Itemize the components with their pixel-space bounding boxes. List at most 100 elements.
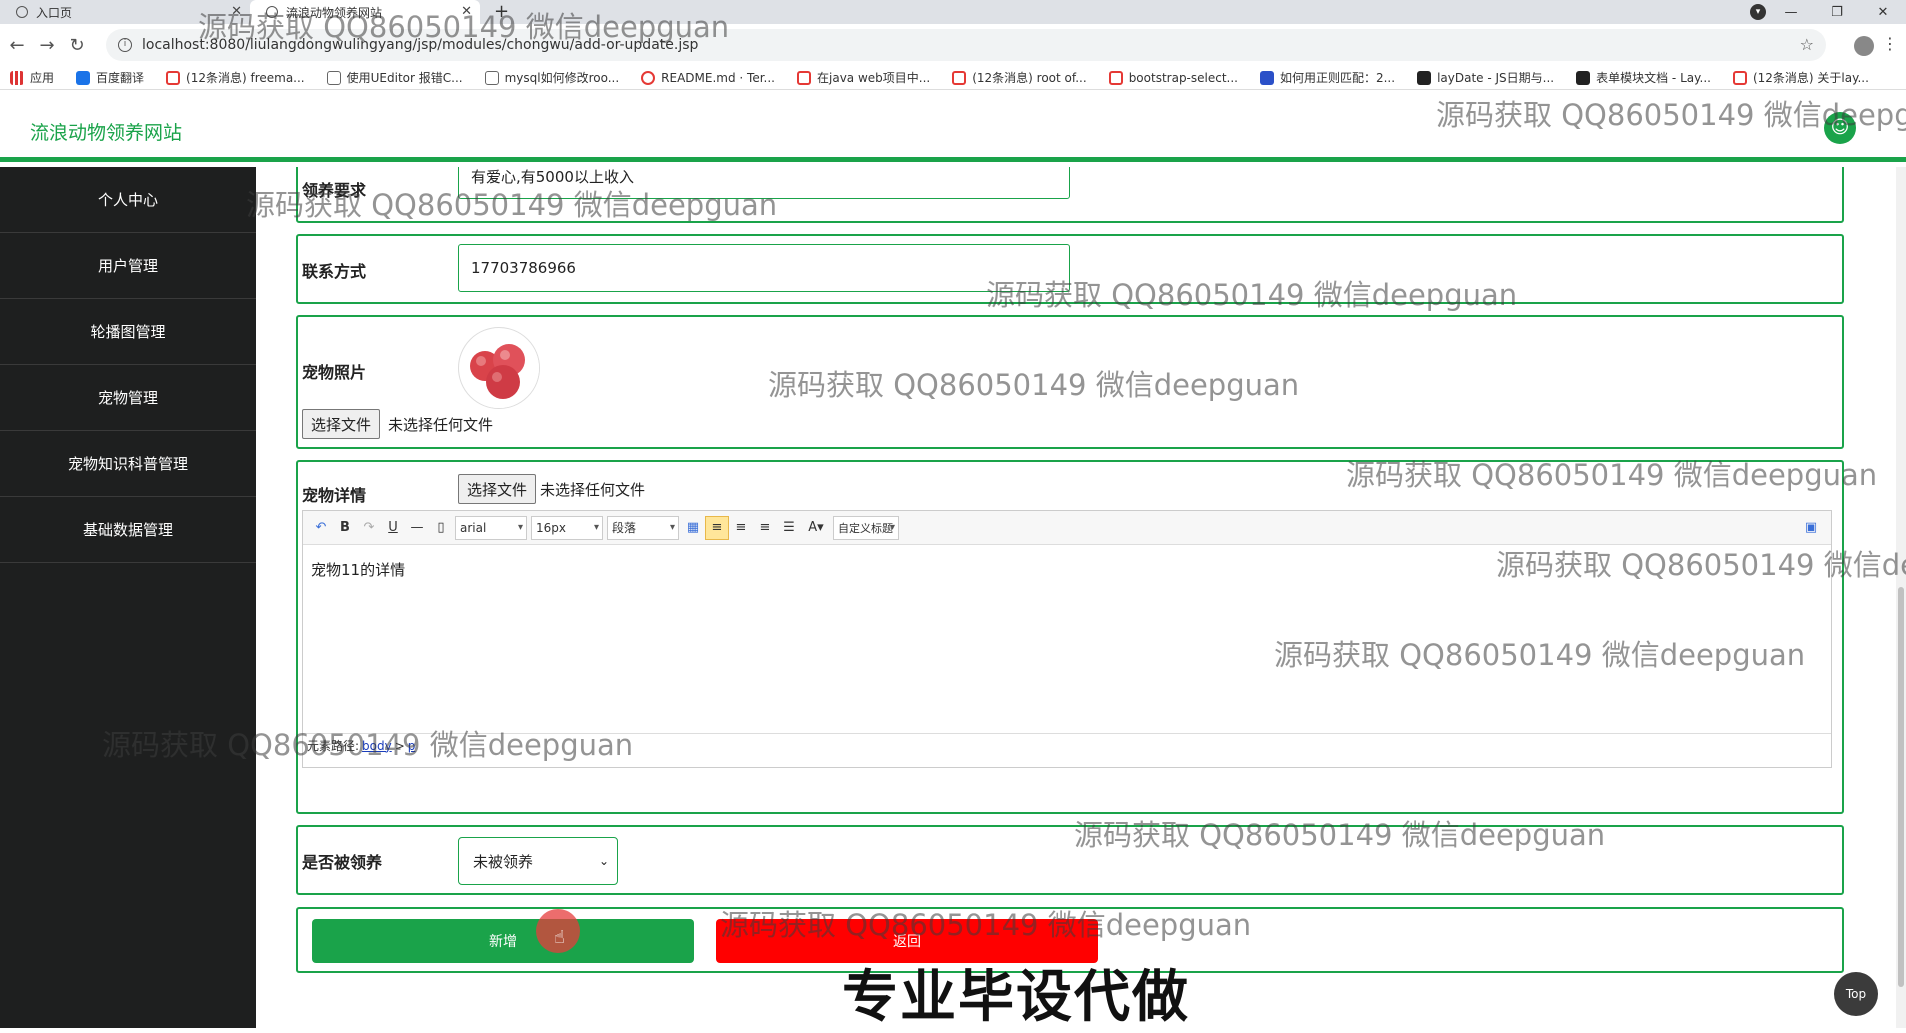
align-center-icon[interactable]: ≡ — [753, 516, 777, 540]
bookmark-label: 在java web项目中... — [817, 71, 931, 85]
browser-tabstrip: 入口页 ✕ 流浪动物领养网站 ✕ + ▾ — ❐ ✕ — [0, 0, 1906, 24]
font-color-icon[interactable]: A▾ — [801, 516, 831, 540]
bookmark-item[interactable]: (12条消息) freema... — [166, 69, 305, 86]
bookmark-star-icon[interactable]: ☆ — [1800, 35, 1814, 54]
minimize-icon[interactable]: — — [1768, 5, 1814, 20]
layui-icon — [1576, 70, 1591, 85]
table-icon[interactable]: ▦ — [681, 516, 705, 540]
horizontal-rule-icon[interactable]: — — [405, 516, 429, 540]
sidebar-item-pets[interactable]: 宠物管理 — [0, 365, 256, 431]
page-scrollbar[interactable] — [1896, 167, 1906, 1028]
browser-toolbar: ← → ↻ i localhost:8080/liulangdongwuling… — [0, 24, 1906, 66]
csdn-icon — [1732, 70, 1747, 85]
path-p-link[interactable]: p — [408, 739, 416, 753]
requirement-input[interactable]: 有爱心,有5000以上收入 — [458, 167, 1070, 199]
bookmark-item[interactable]: 在java web项目中... — [797, 69, 930, 86]
save-button[interactable]: 新增 — [312, 919, 694, 963]
browser-tab-active[interactable]: 流浪动物领养网站 ✕ — [250, 0, 480, 24]
fullscreen-icon[interactable]: ▣ — [1799, 516, 1823, 540]
bookmark-item[interactable]: bootstrap-select... — [1108, 70, 1238, 85]
chevron-down-icon: ⌄ — [598, 854, 609, 868]
font-size-select[interactable]: 16px — [531, 515, 603, 540]
align-justify-icon[interactable]: ☰ — [777, 516, 801, 540]
forward-arrow-icon[interactable]: → — [34, 35, 60, 56]
apps-icon — [10, 70, 24, 85]
hand-cursor-icon: ☝ — [554, 927, 565, 948]
address-bar[interactable]: i localhost:8080/liulangdongwulingyang/j… — [106, 29, 1826, 61]
baidu-translate-icon — [76, 70, 91, 85]
bookmark-item[interactable]: 百度翻译 — [76, 69, 144, 86]
align-right-icon[interactable]: ≡ — [729, 516, 753, 540]
font-family-select[interactable]: arial — [455, 515, 527, 540]
editor-toolbar: ↶ B ↷ U — ▯ arial 16px 段落 ▦ ≡ ≡ ≡ ☰ A▾ 自… — [303, 511, 1831, 545]
back-arrow-icon[interactable]: ← — [4, 35, 30, 56]
reload-icon[interactable]: ↻ — [64, 35, 90, 56]
bookmark-item[interactable]: 应用 — [10, 69, 54, 86]
back-to-top-button[interactable]: Top — [1834, 972, 1878, 1016]
adopted-row: 是否被领养 未被领养 ⌄ — [296, 825, 1844, 895]
editor-status-bar: 元素路径: body > p — [303, 733, 1831, 757]
info-icon[interactable]: i — [118, 38, 132, 52]
bookmark-item[interactable]: README.md · Ter... — [641, 70, 775, 85]
bookmark-item[interactable]: 表单模块文档 - Lay... — [1576, 69, 1711, 86]
bookmark-item[interactable]: layDate - JS日期与... — [1417, 69, 1554, 86]
bookmark-label: 使用UEditor 报错C... — [346, 71, 463, 85]
photo-file-button[interactable]: 选择文件 — [302, 409, 381, 439]
sidebar-item-users[interactable]: 用户管理 — [0, 233, 256, 299]
sidebar-item-carousel[interactable]: 轮播图管理 — [0, 299, 256, 365]
undo-icon[interactable]: ↶ — [309, 516, 333, 540]
bookmark-label: 百度翻译 — [96, 71, 145, 85]
sidebar-item-base-data[interactable]: 基础数据管理 — [0, 497, 256, 563]
bookmark-item[interactable]: (12条消息) 关于lay... — [1732, 69, 1869, 86]
bookmark-label: (12条消息) root of... — [972, 71, 1087, 85]
bold-icon[interactable]: B — [333, 516, 357, 540]
detail-label: 宠物详情 — [302, 486, 367, 505]
tab-title: 流浪动物领养网站 — [286, 5, 383, 20]
bookmark-item[interactable]: 如何用正则匹配：2... — [1259, 69, 1396, 86]
close-icon[interactable]: ✕ — [231, 4, 242, 19]
globe-icon — [266, 6, 278, 18]
path-separator: > — [394, 738, 405, 753]
user-avatar-icon[interactable]: ☺ — [1824, 112, 1856, 144]
sidebar-item-pet-knowledge[interactable]: 宠物知识科普管理 — [0, 431, 256, 497]
adopted-select[interactable]: 未被领养 ⌄ — [458, 837, 618, 885]
bookmark-label: (12条消息) 关于lay... — [1752, 71, 1869, 85]
close-icon[interactable]: ✕ — [461, 4, 472, 19]
new-tab-icon[interactable]: + — [494, 1, 509, 22]
photo-label: 宠物照片 — [302, 363, 367, 382]
sidebar-item-profile[interactable]: 个人中心 — [0, 167, 256, 233]
custom-title-select[interactable]: 自定义标题 — [833, 515, 899, 540]
requirement-row: 领养要求 有爱心,有5000以上收入 — [296, 167, 1844, 223]
browser-tab[interactable]: 入口页 ✕ — [0, 0, 250, 24]
bookmark-item[interactable]: mysql如何修改roo... — [484, 69, 619, 86]
url-text: localhost:8080/liulangdongwulingyang/jsp… — [142, 37, 699, 53]
detail-file-button[interactable]: 选择文件 — [458, 474, 537, 504]
csdn-icon — [797, 70, 811, 85]
close-window-icon[interactable]: ✕ — [1860, 5, 1906, 20]
underline-icon[interactable]: U — [381, 516, 405, 540]
bookmark-label: 应用 — [30, 71, 55, 85]
profile-icon[interactable] — [1854, 36, 1874, 56]
redo-icon[interactable]: ↷ — [357, 516, 381, 540]
site-brand[interactable]: 流浪动物领养网站 — [30, 118, 182, 145]
paragraph-select[interactable]: 段落 — [607, 515, 679, 540]
path-body-link[interactable]: body — [362, 739, 392, 753]
bookmark-item[interactable]: 使用UEditor 报错C... — [326, 69, 463, 86]
globe-icon — [16, 6, 28, 18]
contact-input[interactable]: 17703786966 — [458, 244, 1070, 292]
menu-kebab-icon[interactable]: ⋮ — [1882, 34, 1898, 53]
align-left-icon[interactable]: ≡ — [705, 515, 729, 540]
layui-icon — [1417, 70, 1432, 85]
csdn-icon — [166, 70, 181, 85]
bookmark-label: bootstrap-select... — [1128, 70, 1238, 85]
editor-content[interactable]: 宠物11的详情 — [303, 545, 1831, 733]
restore-icon[interactable]: ❐ — [1814, 5, 1860, 20]
bookmark-label: 如何用正则匹配：2... — [1279, 71, 1396, 85]
bookmark-item[interactable]: (12条消息) root of... — [952, 69, 1087, 86]
contact-label: 联系方式 — [302, 262, 367, 281]
scrollbar-thumb[interactable] — [1898, 587, 1904, 987]
page-break-icon[interactable]: ▯ — [429, 516, 453, 540]
tab-search-icon[interactable]: ▾ — [1750, 4, 1766, 20]
page-icon — [484, 70, 499, 85]
adopted-select-value: 未被领养 — [473, 852, 534, 871]
